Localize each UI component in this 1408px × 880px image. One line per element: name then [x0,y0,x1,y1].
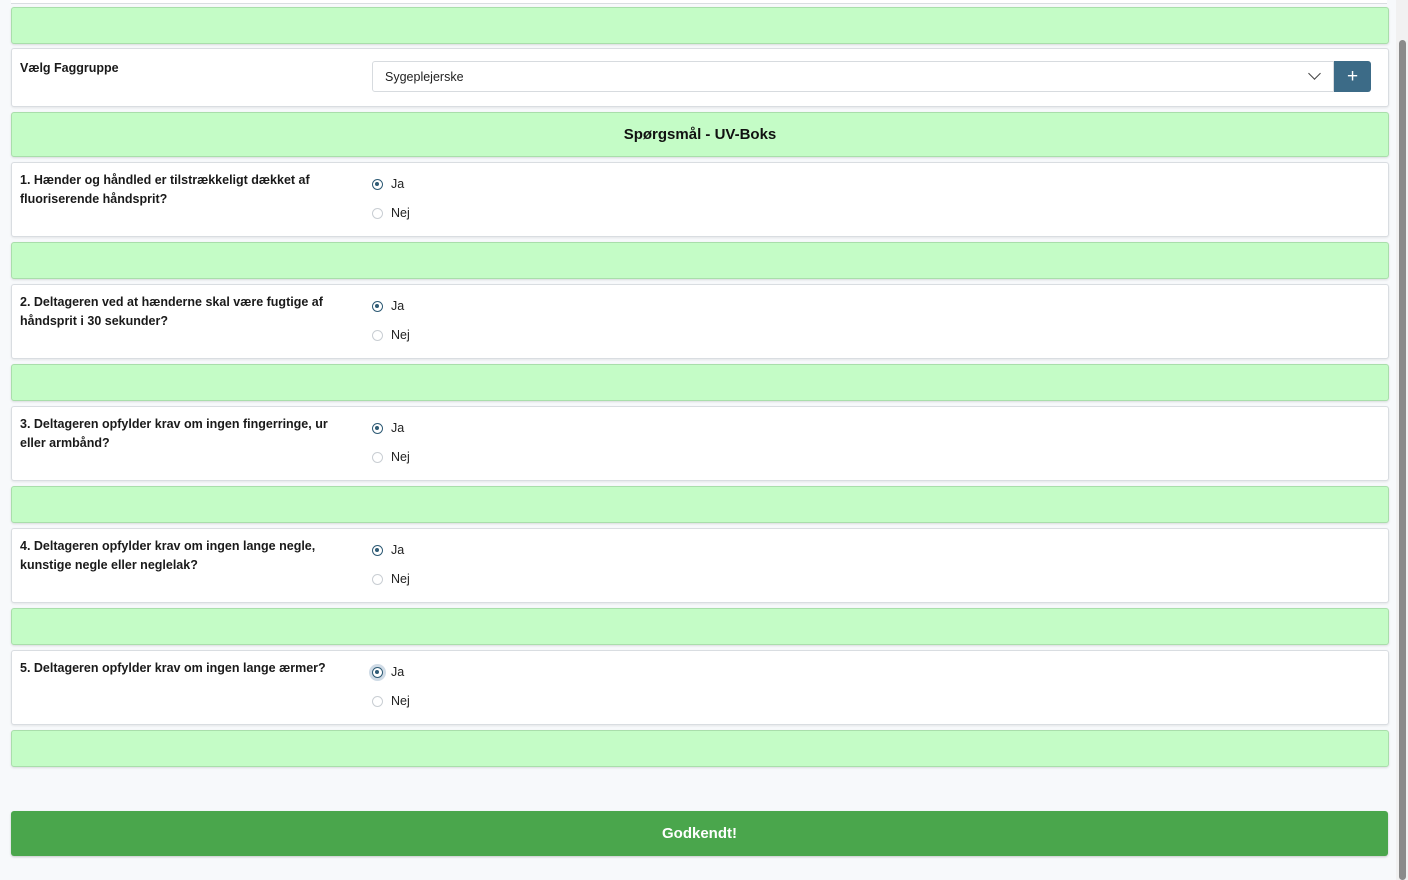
answer-no-label: Nej [391,694,410,708]
question-card-4: 4. Deltageren opfylder krav om ingen lan… [11,528,1389,603]
question-card-3: 3. Deltageren opfylder krav om ingen fin… [11,406,1389,481]
top-card-edge [11,0,1387,4]
question-text: 5. Deltageren opfylder krav om ingen lan… [20,661,326,675]
section-heading-band: Spørgsmål - UV-Boks [11,112,1389,157]
chevron-down-icon [1308,67,1321,80]
approve-button[interactable]: Godkendt! [11,811,1388,856]
answer-yes-option[interactable]: Ja [372,543,404,557]
radio-unchecked-icon[interactable] [372,451,383,463]
answer-no-option[interactable]: Nej [372,206,410,220]
question-text: 4. Deltageren opfylder krav om ingen lan… [20,539,316,572]
answer-no-option[interactable]: Nej [372,450,410,464]
question-card-5: 5. Deltageren opfylder krav om ingen lan… [11,650,1389,725]
answer-yes-option[interactable]: Ja [372,665,404,679]
divider-band [11,364,1389,401]
faggruppe-card: Vælg Faggruppe Sygeplejerske + [11,48,1389,107]
scrollbar-thumb[interactable] [1399,40,1406,880]
radio-checked-icon[interactable] [372,422,383,434]
radio-unchecked-icon[interactable] [372,573,383,585]
vertical-scrollbar[interactable] [1396,0,1408,880]
answer-no-label: Nej [391,328,410,342]
radio-checked-icon[interactable] [372,544,383,556]
plus-icon: + [1346,66,1359,87]
radio-unchecked-icon[interactable] [372,695,383,707]
radio-checked-icon[interactable] [372,666,383,678]
divider-band [11,486,1389,523]
radio-unchecked-icon[interactable] [372,329,383,341]
answer-yes-label: Ja [391,177,405,191]
faggruppe-selected-value: Sygeplejerske [385,70,464,84]
answer-yes-label: Ja [391,299,405,313]
answer-yes-label: Ja [391,543,405,557]
answer-no-option[interactable]: Nej [372,328,410,342]
section-title: Spørgsmål - UV-Boks [623,126,777,143]
answer-no-option[interactable]: Nej [372,572,410,586]
question-text: 3. Deltageren opfylder krav om ingen fin… [20,417,328,450]
divider-band [11,608,1389,645]
divider-band [11,730,1389,767]
radio-checked-icon[interactable] [372,300,383,312]
radio-checked-icon[interactable] [372,178,383,190]
answer-yes-label: Ja [391,665,405,679]
answer-yes-option[interactable]: Ja [372,299,404,313]
answer-no-label: Nej [391,572,410,586]
faggruppe-select[interactable]: Sygeplejerske [372,61,1334,92]
add-faggruppe-button[interactable]: + [1334,61,1371,92]
answer-yes-option[interactable]: Ja [372,421,404,435]
question-card-2: 2. Deltageren ved at hænderne skal være … [11,284,1389,359]
question-text: 2. Deltageren ved at hænderne skal være … [20,295,323,328]
answer-no-option[interactable]: Nej [372,694,410,708]
answer-no-label: Nej [391,206,410,220]
answer-yes-option[interactable]: Ja [372,177,404,191]
faggruppe-label: Vælg Faggruppe [20,61,119,75]
radio-unchecked-icon[interactable] [372,207,383,219]
question-card-1: 1. Hænder og håndled er tilstrækkeligt d… [11,162,1389,237]
divider-band [11,242,1389,279]
answer-no-label: Nej [391,450,410,464]
question-text: 1. Hænder og håndled er tilstrækkeligt d… [20,173,310,206]
info-band [11,7,1389,44]
answer-yes-label: Ja [391,421,405,435]
